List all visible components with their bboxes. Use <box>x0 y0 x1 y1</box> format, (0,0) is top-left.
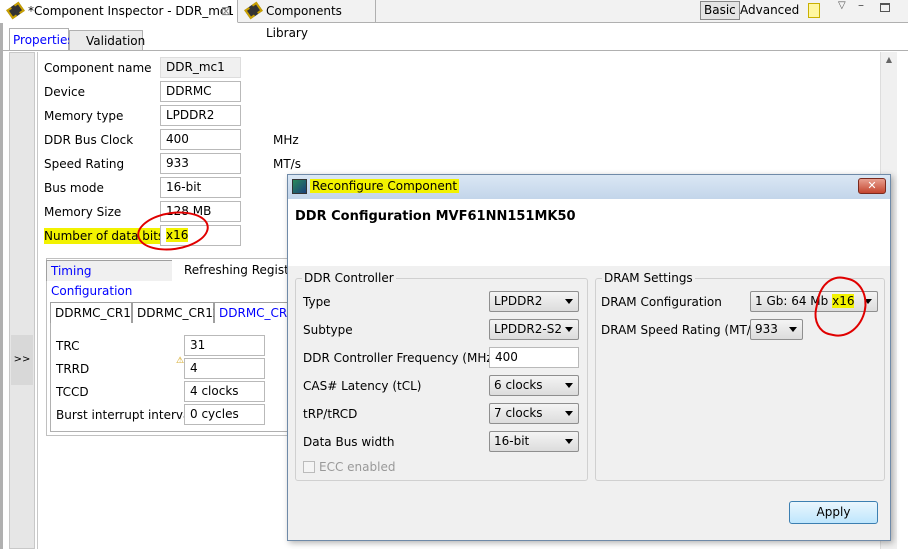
advanced-button[interactable]: Advanced <box>740 2 799 19</box>
combo-value: 6 clocks <box>494 378 543 392</box>
controller-combo[interactable]: LPDDR2-S2 <box>489 319 579 340</box>
tab-properties[interactable]: Properties <box>9 28 74 50</box>
tab-label: Components Library <box>266 4 342 40</box>
field-value: LPDDR2 <box>166 108 215 122</box>
timing-field[interactable]: 4 clocks <box>184 381 265 402</box>
maximize-icon[interactable] <box>880 3 890 12</box>
tab-timing-configuration[interactable]: Timing Configuration <box>46 260 172 298</box>
field-value: 16-bit <box>166 180 202 194</box>
checkbox-icon[interactable] <box>303 461 315 473</box>
chevron-down-icon <box>565 411 573 416</box>
controller-label: Subtype <box>303 323 353 337</box>
ecc-label: ECC enabled <box>319 460 396 474</box>
chevron-down-icon <box>565 299 573 304</box>
property-label: Bus mode <box>44 181 104 195</box>
group-title: DRAM Settings <box>602 271 695 285</box>
basic-button[interactable]: Basic <box>700 1 740 20</box>
property-label: DDR Bus Clock <box>44 133 134 147</box>
property-label: Speed Rating <box>44 157 125 171</box>
field-value: 400 <box>166 132 189 146</box>
expand-button[interactable]: >> <box>11 335 33 385</box>
property-field[interactable]: 933 <box>160 153 241 174</box>
property-field: DDR_mc1 <box>160 57 241 78</box>
controller-label: DDR Controller Frequency (MHz) <box>303 351 498 365</box>
dialog-titlebar: Reconfigure Component ✕ <box>288 175 890 199</box>
combo-value: 933 <box>755 322 778 336</box>
dialog-title: Reconfigure Component <box>310 179 460 193</box>
controller-label: CAS# Latency (tCL) <box>303 379 422 393</box>
view-menu-icon[interactable]: ▽ <box>838 0 846 11</box>
controller-combo[interactable]: 6 clocks <box>489 375 579 396</box>
property-field[interactable]: 16-bit <box>160 177 241 198</box>
editor-tab-bar: *Component Inspector - DDR_mc1 ⊠ Compone… <box>0 0 908 40</box>
subtab-cr13[interactable]: DDRMC_CR1 <box>214 302 290 323</box>
unit-label: MHz <box>273 133 299 147</box>
timing-label: TRRD <box>56 362 90 376</box>
group-title: DDR Controller <box>302 271 396 285</box>
controller-combo[interactable]: 16-bit <box>489 431 579 452</box>
field-value: 933 <box>166 156 189 170</box>
chevron-down-icon <box>565 383 573 388</box>
tab-components-library[interactable]: Components Library <box>238 0 376 40</box>
timing-field[interactable]: 31 <box>184 335 265 356</box>
field-value: DDRMC <box>166 84 212 98</box>
app-icon <box>292 179 307 194</box>
timing-field[interactable]: 0 cycles <box>184 404 265 425</box>
chevron-down-icon <box>789 327 797 332</box>
close-button[interactable]: ✕ <box>858 178 886 194</box>
chevron-down-icon <box>565 439 573 444</box>
field-value: DDR_mc1 <box>166 60 225 74</box>
dialog-header: DDR Configuration MVF61NN151MK50 <box>288 199 890 266</box>
chip-icon <box>244 1 263 20</box>
property-label: Component name <box>44 61 152 75</box>
controller-label: tRP/tRCD <box>303 407 358 421</box>
chevron-down-icon <box>565 327 573 332</box>
controller-field[interactable]: 400 <box>489 347 579 368</box>
tab-label: *Component Inspector - DDR_mc1 <box>28 4 235 18</box>
warning-icon: ⚠ <box>176 356 185 366</box>
close-icon[interactable]: ⊠ <box>221 0 231 22</box>
dram-speed-label: DRAM Speed Rating (MT/s) <box>601 323 762 337</box>
property-label: Device <box>44 85 86 99</box>
subtab-cr12[interactable]: DDRMC_CR12 <box>132 302 221 323</box>
timing-field[interactable]: 4 <box>184 358 265 379</box>
tab-refreshing-register[interactable]: Refreshing Register <box>180 260 290 281</box>
combo-value: 7 clocks <box>494 406 543 420</box>
tab-component-inspector[interactable]: *Component Inspector - DDR_mc1 ⊠ <box>0 0 238 23</box>
dram-config-label: DRAM Configuration <box>601 295 722 309</box>
timing-label: TCCD <box>56 385 89 399</box>
property-label: Memory Size <box>44 205 122 219</box>
property-label: Memory type <box>44 109 124 123</box>
combo-value: LPDDR2-S2 <box>494 322 562 336</box>
controller-label: Type <box>303 295 331 309</box>
combo-value: 16-bit <box>494 434 530 448</box>
reconfigure-dialog: Reconfigure Component ✕ DDR Configuratio… <box>287 174 891 541</box>
dialog-heading: DDR Configuration MVF61NN151MK50 <box>295 209 576 224</box>
unit-label: MT/s <box>273 157 301 171</box>
controller-combo[interactable]: LPDDR2 <box>489 291 579 312</box>
subtab-cr11[interactable]: DDRMC_CR11 <box>50 302 139 323</box>
property-field[interactable]: DDRMC <box>160 81 241 102</box>
combo-value: LPDDR2 <box>494 294 543 308</box>
timing-label: TRC <box>56 339 80 353</box>
timing-label: Burst interrupt interval <box>56 408 194 422</box>
dram-speed-combo[interactable]: 933 <box>750 319 803 340</box>
note-icon[interactable] <box>808 3 820 18</box>
sidebar-strip <box>9 52 35 549</box>
minimize-icon[interactable]: – <box>858 0 864 12</box>
ecc-checkbox[interactable]: ECC enabled <box>303 459 395 475</box>
controller-label: Data Bus width <box>303 435 395 449</box>
property-field[interactable]: 400 <box>160 129 241 150</box>
controller-combo[interactable]: 7 clocks <box>489 403 579 424</box>
property-field[interactable]: LPDDR2 <box>160 105 241 126</box>
apply-button[interactable]: Apply <box>789 501 878 524</box>
tab-validation[interactable]: Validation <box>69 30 145 50</box>
chip-icon <box>6 1 25 20</box>
